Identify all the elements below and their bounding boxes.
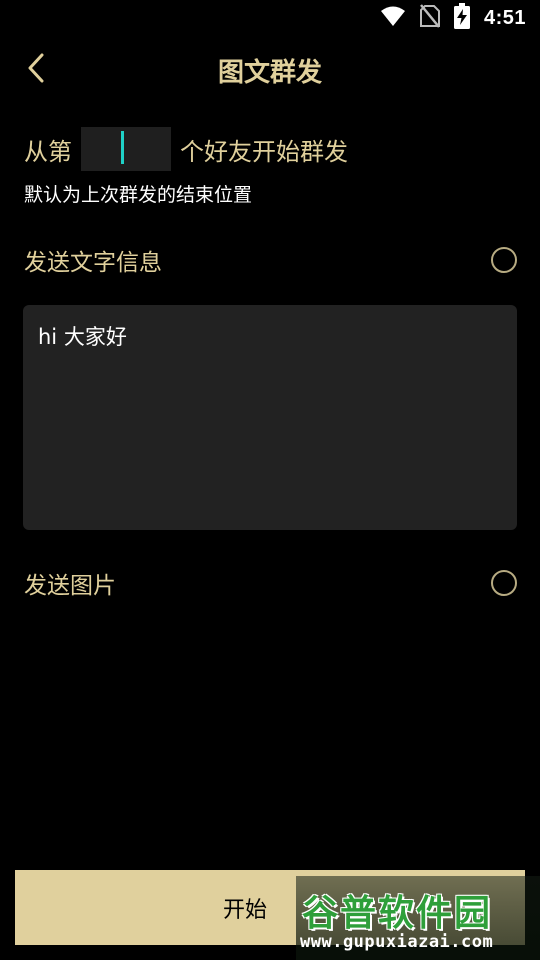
battery-charging-icon [453,3,470,33]
start-position-row: 从第 个好友开始群发 [24,126,348,172]
send-text-option[interactable]: 发送文字信息 [24,243,517,277]
watermark-url: www.gupuxiazai.com [300,932,494,952]
send-image-option[interactable]: 发送图片 [24,566,517,600]
status-icons: 4:51 [380,3,526,33]
send-image-radio[interactable] [491,570,517,596]
status-time: 4:51 [483,6,526,29]
send-image-label: 发送图片 [24,573,116,599]
send-text-radio[interactable] [491,247,517,273]
watermark-brand: 谷普软件园 [302,893,493,934]
start-position-hint: 默认为上次群发的结束位置 [24,184,253,206]
app-bar: 图文群发 [0,38,540,102]
start-position-prefix: 从第 [24,137,72,166]
message-textarea[interactable]: hi 大家好 [23,305,517,530]
send-text-label: 发送文字信息 [24,250,162,276]
no-sim-icon [419,4,440,32]
status-bar: 4:51 [0,0,540,36]
start-position-input[interactable] [81,127,171,171]
start-button-label: 开始 [222,897,267,923]
wifi-icon [380,5,406,31]
page-title: 图文群发 [217,58,322,88]
text-cursor [121,131,124,164]
screen: 4:51 图文群发 从第 个好友开始群发 默认为上次群发的结束位置 发送文字信息… [0,0,540,960]
start-position-suffix: 个好友开始群发 [180,137,348,166]
watermark: 谷普软件园 www.gupuxiazai.com [296,876,540,960]
